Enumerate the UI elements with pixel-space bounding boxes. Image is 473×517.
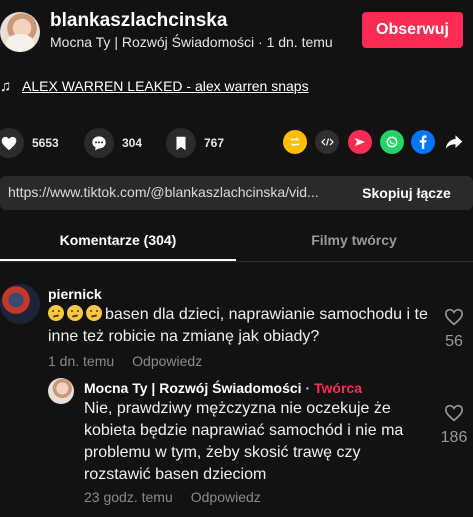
facebook-icon[interactable]: [411, 130, 435, 154]
save-action[interactable]: 767: [166, 128, 224, 158]
tab-creator-videos[interactable]: Filmy twórcy: [236, 232, 472, 248]
bookmark-icon[interactable]: [166, 128, 196, 158]
copy-link-button[interactable]: Skopiuj łącze: [340, 176, 473, 210]
tab-comments[interactable]: Komentarze (304): [0, 232, 236, 248]
thinking-face-emoji-icon: [86, 305, 102, 321]
comment-meta: 1 dn. temu Odpowiedz: [48, 353, 202, 369]
comment-like[interactable]: 56: [434, 308, 473, 351]
author-username[interactable]: blankaszlachcinska: [50, 10, 227, 32]
creator-avatar[interactable]: [48, 378, 74, 404]
comment-time: 1 dn. temu: [48, 353, 115, 369]
repost-icon[interactable]: [283, 130, 307, 154]
like-count: 5653: [32, 136, 59, 150]
comment-text: basen dla dzieci, naprawianie samochodu …: [48, 304, 428, 348]
share-arrow-icon[interactable]: [442, 130, 466, 154]
author-avatar[interactable]: [0, 12, 40, 52]
active-tab-indicator: [0, 259, 236, 261]
action-bar: 5653 304 767: [0, 128, 473, 158]
music-note-icon: ♫: [0, 77, 12, 95]
music-link[interactable]: ALEX WARREN LEAKED - alex warren snaps: [22, 78, 309, 94]
whatsapp-icon[interactable]: [380, 130, 404, 154]
heart-outline-icon[interactable]: [444, 404, 464, 422]
reply-text: Nie, prawdziwy mężczyzna nie oczekuje że…: [84, 400, 404, 483]
send-icon[interactable]: [348, 130, 372, 154]
like-action[interactable]: 5653: [0, 128, 59, 158]
reply-button[interactable]: Odpowiedz: [191, 489, 261, 505]
thinking-face-emoji-icon: [67, 305, 83, 321]
comment-item: piernick basen dla dzieci, naprawianie s…: [0, 280, 473, 375]
save-count: 767: [204, 136, 225, 150]
share-url-input[interactable]: https://www.tiktok.com/@blankaszlachcins…: [8, 184, 338, 200]
comment-icon[interactable]: [84, 128, 114, 158]
reply-item: Mocna Ty | Rozwój Świadomości · Twórca N…: [0, 376, 473, 517]
commenter-name[interactable]: piernick: [48, 286, 102, 302]
content-tabs: Komentarze (304) Filmy twórcy: [0, 222, 473, 262]
comment-like-count: 56: [445, 333, 463, 350]
reply-like[interactable]: 186: [434, 404, 473, 447]
thinking-face-emoji-icon: [48, 305, 64, 321]
creator-name[interactable]: Mocna Ty | Rozwój Świadomości: [84, 380, 302, 396]
share-url-bar: https://www.tiktok.com/@blankaszlachcins…: [0, 176, 473, 210]
comment-body: basen dla dzieci, naprawianie samochodu …: [48, 306, 428, 345]
reply-meta: 23 godz. temu Odpowiedz: [84, 489, 261, 505]
commenter-avatar[interactable]: [0, 284, 40, 324]
reply-like-count: 186: [440, 429, 468, 446]
embed-icon[interactable]: [315, 130, 339, 154]
comment-count: 304: [122, 136, 143, 150]
follow-button[interactable]: Obserwuj: [362, 12, 463, 48]
author-subline: Mocna Ty | Rozwój Świadomości · 1 dn. te…: [50, 34, 333, 50]
heart-outline-icon[interactable]: [444, 308, 464, 326]
creator-name-line: Mocna Ty | Rozwój Świadomości · Twórca: [84, 380, 363, 396]
heart-icon[interactable]: [0, 128, 24, 158]
reply-button[interactable]: Odpowiedz: [132, 353, 202, 369]
reply-time: 23 godz. temu: [84, 489, 173, 505]
video-header: blankaszlachcinska Mocna Ty | Rozwój Świ…: [0, 0, 473, 60]
comment-action[interactable]: 304: [84, 128, 142, 158]
music-row: ♫ ALEX WARREN LEAKED - alex warren snaps: [0, 76, 309, 96]
creator-badge: Twórca: [314, 380, 363, 396]
